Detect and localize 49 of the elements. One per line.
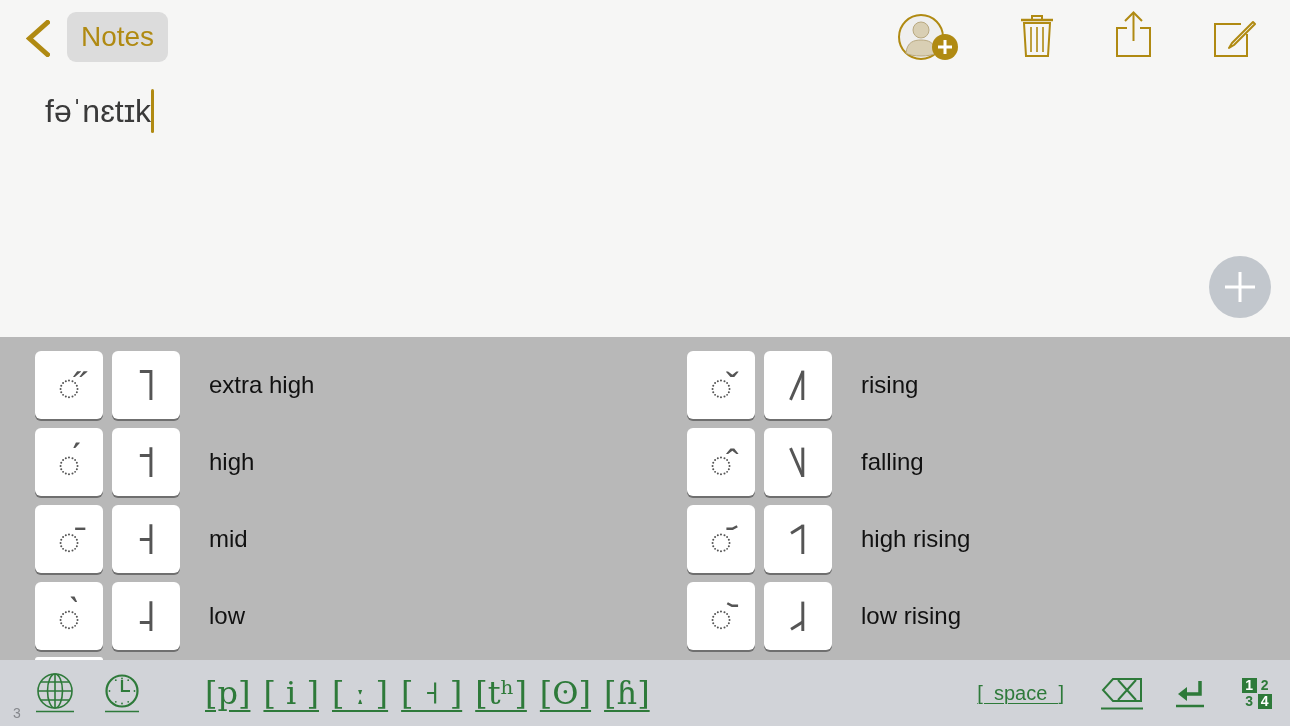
compose-icon[interactable] [1213, 18, 1256, 58]
tone-letter-key[interactable]: ˧ [112, 505, 180, 573]
tone-letter-key[interactable]: ˨ [112, 582, 180, 650]
number-pad-digit: 4 [1257, 693, 1272, 709]
diacritic-key[interactable]: ◌̀ [35, 582, 103, 650]
trash-icon[interactable] [1020, 14, 1054, 58]
clock-icon[interactable] [105, 673, 139, 713]
return-icon[interactable] [1176, 678, 1204, 708]
note-text: fəˈnɛtɪk [45, 92, 152, 131]
space-key[interactable]: [ space ] [977, 681, 1064, 705]
tone-letter-key[interactable]: ˦˥ [764, 505, 832, 573]
tone-label: extra high [209, 370, 315, 400]
tone-label: falling [861, 447, 924, 477]
number-pad-digit: 2 [1259, 677, 1270, 693]
symbol-key[interactable]: [ʘ] [539, 673, 592, 713]
tone-letter-key[interactable]: ˩˥ [764, 351, 832, 419]
diacritic-key[interactable]: ◌̂ [687, 428, 755, 496]
tone-label: high [209, 447, 255, 477]
symbol-key[interactable]: [p] [205, 673, 251, 713]
tone-label: high rising [861, 524, 971, 554]
share-icon[interactable] [1115, 10, 1152, 58]
number-pad-key[interactable]: 1 2 3 4 [1242, 677, 1272, 709]
diacritic-key[interactable]: ◌̄ [35, 505, 103, 573]
diacritic-key[interactable]: ◌̌ [687, 351, 755, 419]
diacritic-key[interactable]: ◌᷅ [687, 582, 755, 650]
number-pad-digit: 3 [1244, 693, 1255, 709]
tone-label: rising [861, 370, 919, 400]
globe-icon[interactable] [36, 673, 74, 713]
plus-icon [1224, 271, 1256, 303]
page-number: 3 [13, 705, 22, 721]
tone-label: low rising [861, 601, 962, 631]
add-person-icon[interactable] [897, 13, 959, 61]
symbol-key[interactable]: [ i ] [263, 673, 319, 713]
symbol-key[interactable]: [tʰ] [475, 673, 527, 713]
back-icon[interactable] [26, 20, 50, 57]
backspace-icon[interactable] [1101, 676, 1143, 710]
tone-label: mid [209, 524, 248, 554]
diacritic-key[interactable]: ◌̋ [35, 351, 103, 419]
tone-label: low [209, 601, 245, 631]
symbol-key[interactable]: [ɦ] [604, 673, 650, 713]
diacritic-key[interactable]: ◌᷄ [687, 505, 755, 573]
diacritic-key[interactable]: ◌́ [35, 428, 103, 496]
tone-letter-key[interactable]: ˥ [112, 351, 180, 419]
tone-letter-key[interactable]: ˦ [112, 428, 180, 496]
symbol-key[interactable]: [ ː ] [332, 673, 389, 713]
tone-letter-key[interactable]: ˥˩ [764, 428, 832, 496]
number-pad-digit: 1 [1242, 677, 1257, 693]
tone-letter-key[interactable]: ˩˨ [764, 582, 832, 650]
symbol-key[interactable]: [ ˧ ] [401, 673, 463, 713]
